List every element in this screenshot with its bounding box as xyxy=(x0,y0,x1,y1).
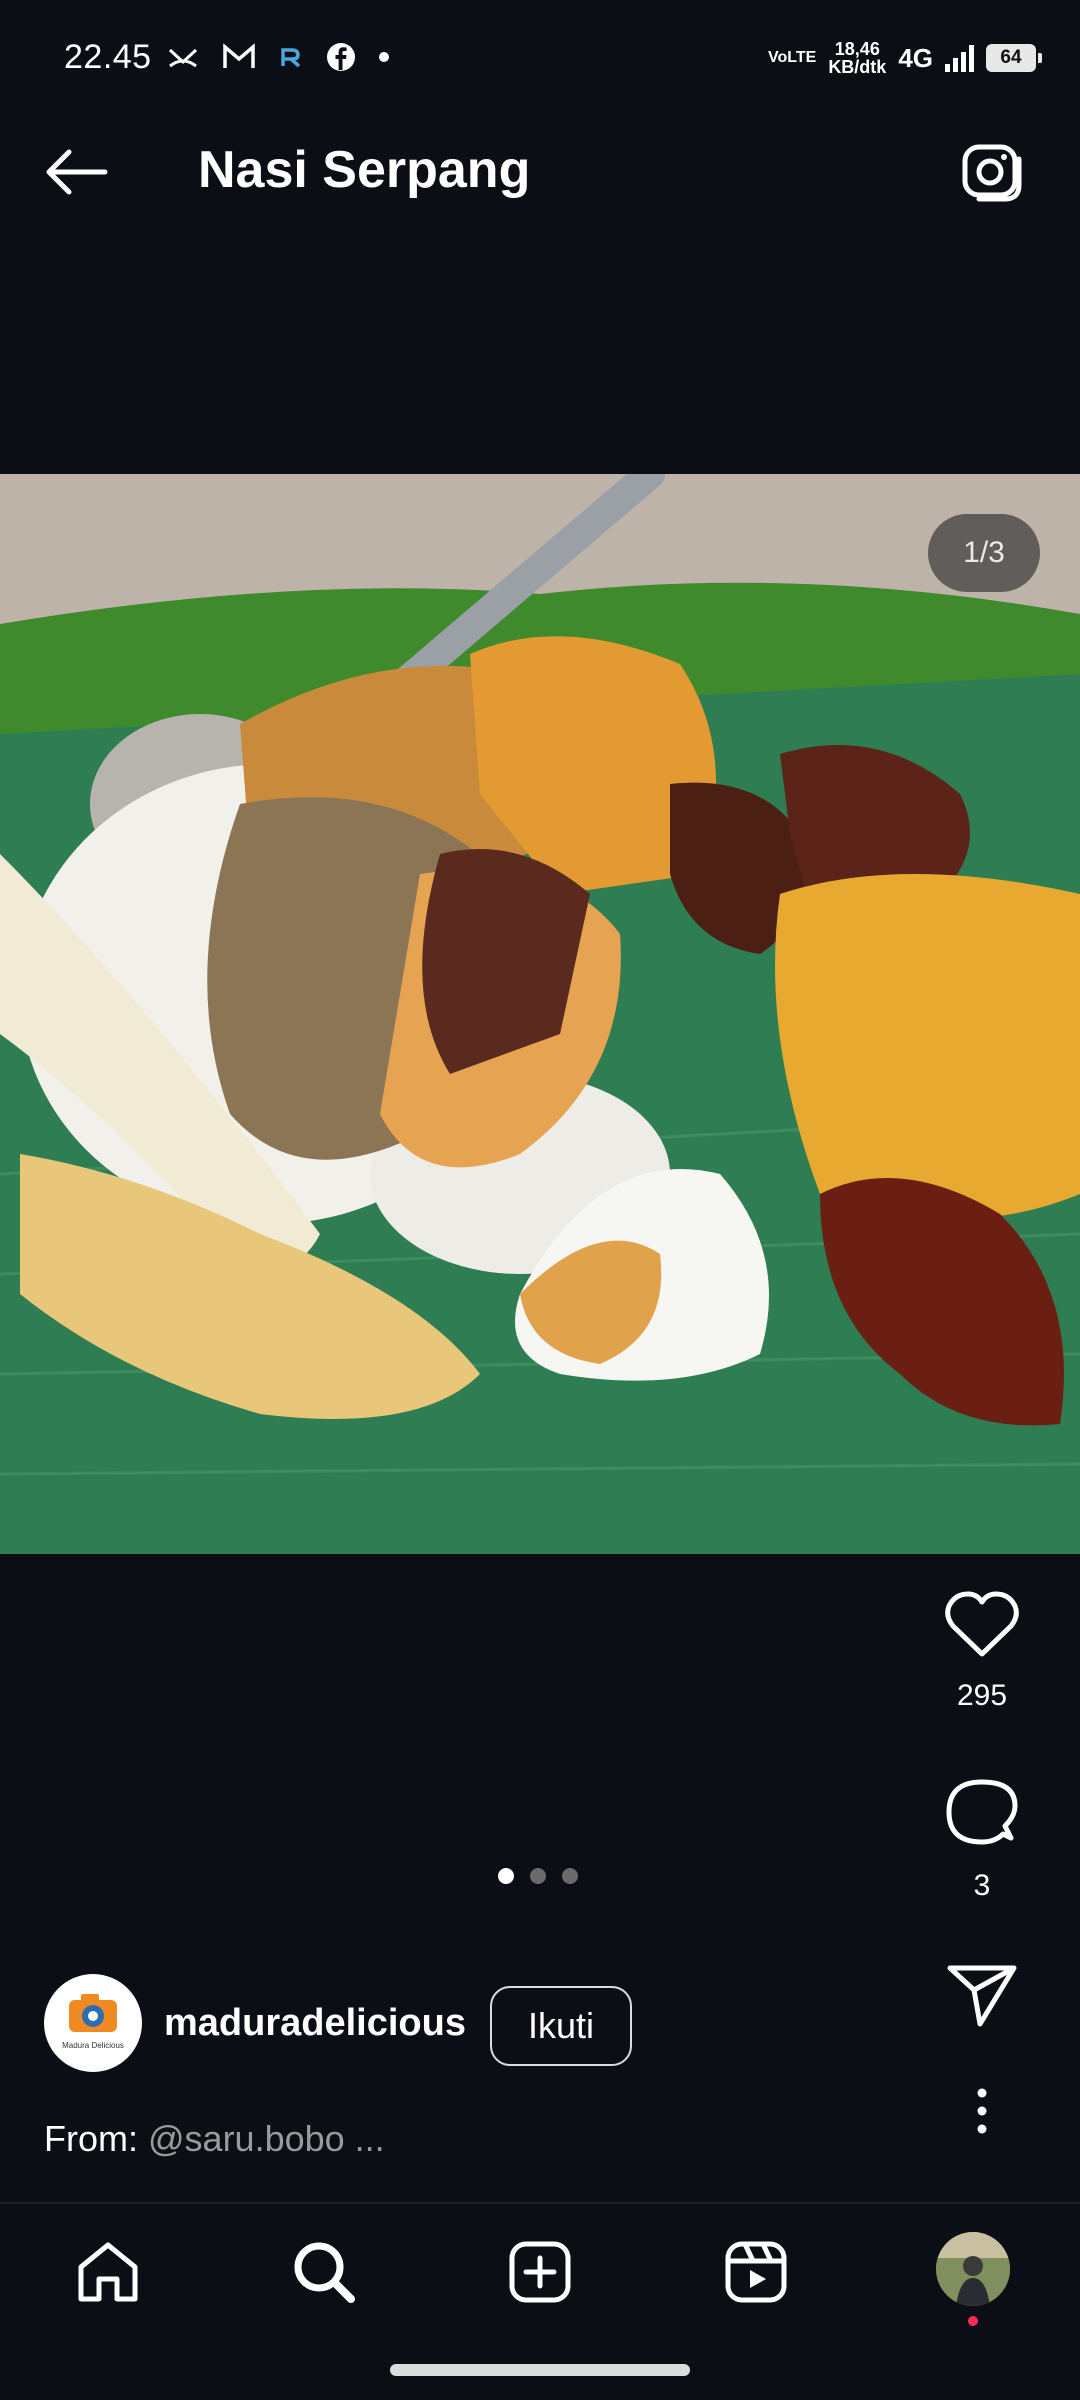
app-notification-icon xyxy=(281,48,301,68)
speed-unit: KB/dtk xyxy=(828,57,887,77)
page-title: Nasi Serpang xyxy=(198,141,531,199)
heart-icon xyxy=(945,1591,1019,1657)
caption-prefix: From: xyxy=(44,2118,148,2159)
status-notification-icons xyxy=(166,42,390,72)
author-username[interactable]: maduradelicious xyxy=(164,2002,466,2045)
nav-search[interactable] xyxy=(284,2232,364,2312)
like-count: 295 xyxy=(956,1679,1008,1712)
follow-button[interactable]: Ikuti xyxy=(490,1986,632,2066)
camera-button[interactable] xyxy=(952,136,1032,208)
facebook-icon xyxy=(327,43,355,71)
carousel-dots xyxy=(498,1868,578,1884)
avatar-text: Madura Delicious xyxy=(62,2041,124,2050)
volte-indicator: VoLTE xyxy=(768,49,817,66)
carousel-dot-active xyxy=(498,1868,514,1884)
nav-home[interactable] xyxy=(68,2232,148,2312)
madura-delicious-logo: Madura Delicious xyxy=(62,1994,124,2050)
home-indicator[interactable] xyxy=(390,2364,690,2376)
image-counter: 1/3 xyxy=(928,514,1040,592)
arrow-left-icon xyxy=(46,149,108,195)
notification-dot xyxy=(968,2316,978,2326)
comment-action: 3 xyxy=(920,1776,1044,1903)
search-icon xyxy=(294,2242,355,2303)
battery-icon: 64 xyxy=(986,44,1042,72)
carousel-dot xyxy=(562,1868,578,1884)
gmail-icon xyxy=(223,43,255,68)
nav-reels[interactable] xyxy=(716,2232,796,2312)
nav-create[interactable] xyxy=(500,2232,580,2312)
carousel-dot xyxy=(530,1868,546,1884)
comment-button[interactable] xyxy=(920,1776,1044,1855)
back-button[interactable] xyxy=(36,136,116,208)
post-photo[interactable] xyxy=(0,474,1080,1554)
camera-icon xyxy=(962,144,1022,202)
more-vertical-icon xyxy=(977,2088,987,2134)
food-photo-image xyxy=(0,474,1080,1554)
author-avatar[interactable]: Madura Delicious xyxy=(44,1974,142,2072)
signal-icon xyxy=(945,44,974,72)
status-right-icons: VoLTE 18,46 KB/dtk 4G 64 xyxy=(768,40,1042,76)
like-action: 295 xyxy=(920,1590,1044,1713)
comment-icon xyxy=(946,1779,1018,1845)
more-options-button[interactable] xyxy=(920,2086,1044,2141)
plus-square-icon xyxy=(509,2241,571,2303)
speed-value: 18,46 xyxy=(834,39,880,59)
like-button[interactable] xyxy=(920,1590,1044,1665)
nav-profile-avatar[interactable] xyxy=(936,2232,1010,2306)
network-type: 4G xyxy=(898,42,933,73)
share-button[interactable] xyxy=(920,1962,1044,2035)
comment-count: 3 xyxy=(973,1869,991,1902)
dot-icon xyxy=(379,52,389,62)
post-caption[interactable]: From: @saru.bobo ... xyxy=(44,2118,385,2160)
network-speed: 18,46 KB/dtk xyxy=(828,40,886,76)
profile-photo-image xyxy=(936,2232,1010,2306)
send-icon xyxy=(947,1965,1017,2027)
battery-level: 64 xyxy=(1000,47,1022,68)
missed-call-icon xyxy=(168,48,198,68)
caption-handle[interactable]: @saru.bobo ... xyxy=(148,2118,385,2159)
reels-icon xyxy=(725,2241,787,2303)
status-time: 22.45 xyxy=(64,38,152,76)
home-icon xyxy=(78,2242,138,2302)
